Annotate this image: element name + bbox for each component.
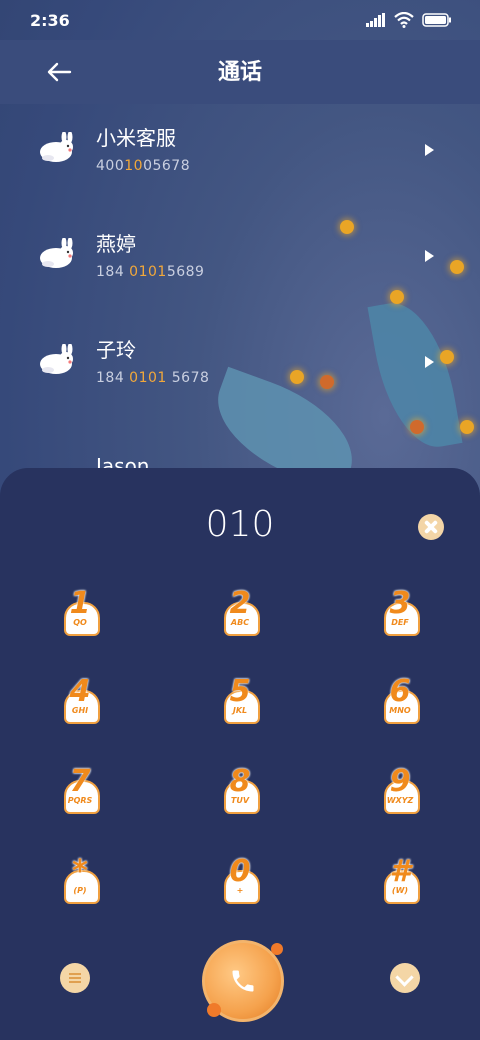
dialpad-panel: 010 1 QO 2 ABC 3 DEF 4 GHI 5 JKL 6 MNO 7 PQRS 8 TUV 9 WXY… <box>0 468 480 1040</box>
dial-key-star[interactable]: * (P) <box>50 854 110 916</box>
play-triangle-icon[interactable] <box>425 356 434 368</box>
key-letters: (P) <box>73 886 87 895</box>
dialed-number: 010 <box>205 504 275 545</box>
contact-number: 184 0101 5678 <box>96 370 210 386</box>
wifi-icon <box>394 12 414 28</box>
key-digit: 9 <box>389 764 411 799</box>
collapse-chevron-icon[interactable] <box>390 963 420 993</box>
rabbit-avatar-icon <box>40 344 73 374</box>
menu-icon[interactable] <box>60 963 90 993</box>
key-letters: WXYZ <box>386 796 414 805</box>
dial-key-7[interactable]: 7 PQRS <box>50 764 110 826</box>
dial-key-5[interactable]: 5 JKL <box>210 674 270 736</box>
clear-icon[interactable] <box>418 514 444 540</box>
key-digit: 2 <box>229 586 251 621</box>
rabbit-avatar-icon <box>40 132 73 162</box>
key-digit: 6 <box>389 674 411 709</box>
key-letters: DEF <box>391 618 409 627</box>
contact-name: 小米客服 <box>96 126 176 150</box>
key-digit: 1 <box>69 586 91 621</box>
dial-key-6[interactable]: 6 MNO <box>370 674 430 736</box>
key-digit: 7 <box>69 764 91 799</box>
key-digit: * <box>72 854 88 889</box>
dial-key-3[interactable]: 3 DEF <box>370 586 430 648</box>
key-digit: 8 <box>229 764 251 799</box>
dial-key-8[interactable]: 8 TUV <box>210 764 270 826</box>
dial-key-0[interactable]: 0 + <box>210 854 270 916</box>
key-letters: ABC <box>230 618 250 627</box>
contact-name: 子玲 <box>96 338 136 362</box>
contact-number: 184 01015689 <box>96 264 205 280</box>
key-letters: MNO <box>389 706 411 715</box>
contact-name: 燕婷 <box>96 232 136 256</box>
key-letters: PQRS <box>67 796 93 805</box>
contact-row[interactable]: 燕婷 184 01015689 <box>0 210 480 310</box>
key-letters: QO <box>73 618 87 627</box>
dial-key-9[interactable]: 9 WXYZ <box>370 764 430 826</box>
key-letters: JKL <box>232 706 248 715</box>
play-triangle-icon[interactable] <box>425 144 434 156</box>
dial-key-1[interactable]: 1 QO <box>50 586 110 648</box>
key-digit: # <box>389 854 411 889</box>
key-letters: TUV <box>230 796 250 805</box>
header: 通话 <box>0 40 480 104</box>
dial-key-hash[interactable]: # (W) <box>370 854 430 916</box>
key-digit: 0 <box>229 854 251 889</box>
contact-row[interactable]: 子玲 184 0101 5678 <box>0 316 480 416</box>
key-digit: 4 <box>69 674 91 709</box>
key-digit: 3 <box>389 586 411 621</box>
status-bar: 2:36 <box>0 0 480 40</box>
contact-row[interactable]: 小米客服 4001005678 <box>0 104 480 204</box>
dial-key-4[interactable]: 4 GHI <box>50 674 110 736</box>
call-button[interactable] <box>202 940 284 1022</box>
battery-icon <box>422 13 451 27</box>
status-time: 2:36 <box>30 11 70 30</box>
play-triangle-icon[interactable] <box>425 250 434 262</box>
key-letters: + <box>236 886 244 895</box>
key-digit: 5 <box>229 674 251 709</box>
dial-key-2[interactable]: 2 ABC <box>210 586 270 648</box>
phone-icon <box>232 970 254 992</box>
contact-number: 4001005678 <box>96 158 191 174</box>
key-letters: GHI <box>71 706 89 715</box>
rabbit-avatar-icon <box>40 238 73 268</box>
key-letters: (W) <box>391 886 409 895</box>
signal-icon <box>366 13 385 27</box>
page-title: 通话 <box>217 60 262 85</box>
